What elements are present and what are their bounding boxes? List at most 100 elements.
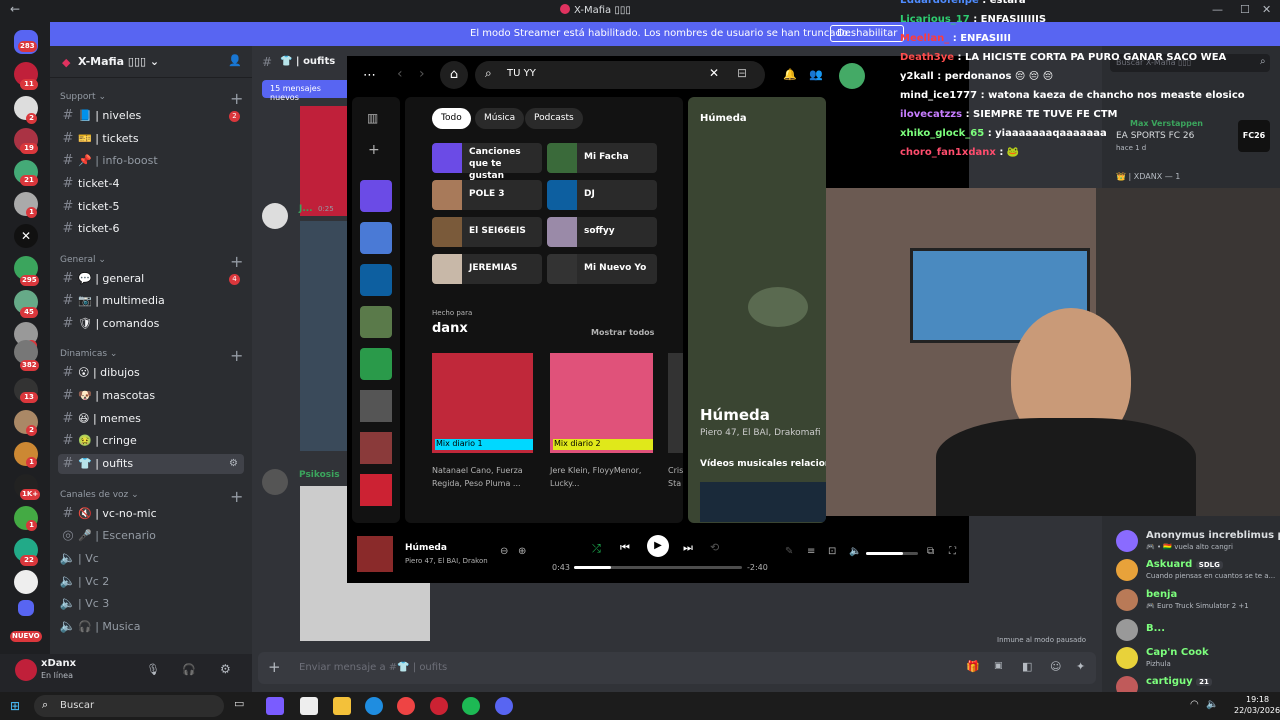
add-member-icon[interactable]: 👤	[228, 54, 242, 67]
edge-icon[interactable]	[365, 697, 383, 715]
add-attachment-icon[interactable]: +	[268, 658, 281, 676]
repeat-icon[interactable]: ⟲	[710, 541, 719, 554]
more-options-icon[interactable]: ⋯	[363, 68, 376, 83]
mix-cover[interactable]	[668, 353, 683, 453]
windows-start-icon[interactable]: ⊞	[10, 699, 20, 713]
spotify-search-input[interactable]: TU YY	[507, 68, 536, 79]
playlist-icon[interactable]	[360, 474, 392, 506]
nav-forward-icon[interactable]: ›	[419, 66, 425, 82]
profile-avatar[interactable]	[839, 63, 865, 89]
player-cover[interactable]	[357, 536, 393, 572]
back-arrow-icon[interactable]: ←	[10, 2, 20, 16]
playlist-icon[interactable]	[360, 390, 392, 422]
create-playlist-icon[interactable]: +	[368, 142, 380, 158]
fullscreen-icon[interactable]: ⛶	[949, 546, 956, 557]
user-settings-icon[interactable]: ⚙	[220, 662, 231, 676]
lyrics-icon[interactable]: ✎	[785, 546, 793, 557]
settings-gear-icon[interactable]: ⚙	[229, 454, 238, 474]
store-icon[interactable]	[300, 697, 318, 715]
shortcut-card[interactable]: El SEI66EIS	[432, 217, 542, 247]
shortcut-card[interactable]: soffyy	[547, 217, 657, 247]
library-icon[interactable]: ▥	[367, 111, 378, 125]
category-general[interactable]: General ⌄	[60, 255, 106, 265]
wifi-icon[interactable]: ◠	[1190, 699, 1199, 710]
connect-device-icon[interactable]: ⊡	[828, 546, 836, 557]
channel-oufits[interactable]: # 👕 | oufits ⚙	[58, 454, 244, 474]
playlist-icon[interactable]	[360, 348, 392, 380]
clear-search-icon[interactable]: ✕	[709, 66, 719, 80]
copilot-icon[interactable]	[266, 697, 284, 715]
vk-guild-icon[interactable]: ✕	[14, 224, 38, 248]
channel-dibujos[interactable]: # 😮 | dibujos	[58, 363, 244, 383]
chip-musica[interactable]: Música	[475, 108, 525, 129]
player-artists[interactable]: Piero 47, El BAI, Drakon	[405, 557, 488, 565]
category-voice[interactable]: Canales de voz ⌄	[60, 490, 139, 500]
attachment-image[interactable]	[300, 106, 350, 216]
queue-icon[interactable]: ≡	[807, 546, 815, 557]
gif-icon[interactable]: ▣	[994, 661, 1003, 671]
player-title[interactable]: Húmeda	[405, 543, 447, 553]
shuffle-icon[interactable]: ⤮	[592, 542, 601, 556]
chip-podcasts[interactable]: Podcasts	[525, 108, 583, 129]
avatar[interactable]	[262, 469, 288, 495]
channel-niveles[interactable]: # 📘 | niveles 2	[58, 106, 244, 126]
shortcut-card[interactable]: Mi Facha	[547, 143, 657, 173]
video-thumbnail[interactable]	[700, 482, 826, 522]
channel-cringe[interactable]: # 🤢 | cringe	[58, 431, 244, 451]
stage-channel[interactable]: ◎ 🎤 | Escenario	[58, 526, 244, 546]
shortcut-card[interactable]: JEREMIAS	[432, 254, 542, 284]
channel-tickets[interactable]: # 🎫 | tickets	[58, 129, 244, 149]
message-author[interactable]: J...	[299, 204, 313, 214]
now-playing-artists[interactable]: Piero 47, El BAI, Drakomafi	[700, 428, 821, 438]
sticker-icon[interactable]: ◧	[1022, 660, 1032, 673]
remove-icon[interactable]: ⊖	[500, 546, 508, 557]
category-support[interactable]: Support ⌄	[60, 92, 106, 102]
file-explorer-icon[interactable]	[333, 697, 351, 715]
attachment-image[interactable]	[300, 221, 350, 451]
liked-songs-icon[interactable]	[360, 180, 392, 212]
mix-cover[interactable]: Mix diario 1	[432, 353, 533, 453]
taskbar-search[interactable]: ⌕ Buscar	[34, 695, 224, 717]
shortcut-card[interactable]: DJ	[547, 180, 657, 210]
voice-channel-vc3[interactable]: 🔈 | Vc 3	[58, 594, 244, 614]
dj-icon[interactable]	[360, 264, 392, 296]
voice-channel-musica[interactable]: 🔈 🎧 | Musica	[58, 617, 244, 637]
chrome-icon[interactable]	[397, 697, 415, 715]
task-view-icon[interactable]: ▭	[234, 697, 252, 715]
folder-icon[interactable]	[18, 600, 34, 616]
channel-ticket-6[interactable]: # ticket-6	[58, 219, 244, 239]
voice-channel-vc2[interactable]: 🔈 | Vc 2	[58, 572, 244, 592]
guild-icon[interactable]	[14, 570, 38, 594]
microphone-icon[interactable]: 🎙	[146, 663, 160, 676]
voice-channel-vc[interactable]: 🔈 | Vc	[58, 549, 244, 569]
volume-icon[interactable]: 🔈	[849, 546, 861, 557]
previous-icon[interactable]: ⏮	[620, 541, 630, 555]
channel-info-boost[interactable]: # 📌 | info-boost	[58, 151, 244, 171]
channel-general[interactable]: # 💬 | general 4	[58, 269, 244, 289]
shortcut-card[interactable]: POLE 3	[432, 180, 542, 210]
category-dinamicas[interactable]: Dinamicas ⌄	[60, 349, 117, 359]
headphones-icon[interactable]: 🎧	[182, 663, 196, 676]
avatar[interactable]	[262, 203, 288, 229]
channel-multimedia[interactable]: # 📷 | multimedia	[58, 291, 244, 311]
message-composer[interactable]: + Enviar mensaje a #👕 | oufits 🎁 ▣ ◧ ☺ ✦	[258, 652, 1096, 684]
message-input[interactable]: Enviar mensaje a #👕 | oufits	[299, 662, 447, 673]
new-messages-bar[interactable]: 15 mensajes nuevos	[262, 80, 352, 102]
notifications-icon[interactable]: 🔔	[783, 68, 797, 81]
mix-cover[interactable]: Mix diario 2	[550, 353, 653, 453]
show-all-link[interactable]: Mostrar todos	[591, 328, 654, 337]
playlist-icon[interactable]	[360, 432, 392, 464]
shortcut-liked-songs[interactable]: Canciones que te gustan	[432, 143, 542, 181]
friends-icon[interactable]: 👥	[809, 68, 823, 81]
volume-slider[interactable]	[866, 552, 918, 555]
gift-icon[interactable]: 🎁	[966, 660, 980, 673]
app-icon[interactable]	[430, 697, 448, 715]
apps-icon[interactable]: ✦	[1076, 660, 1085, 673]
server-header[interactable]: ◆ X-Mafia ▯▯▯ ⌄ 👤	[50, 46, 252, 78]
playlist-icon[interactable]	[360, 306, 392, 338]
disable-streamer-button[interactable]: Deshabilitar	[830, 25, 905, 42]
play-button[interactable]: ▶	[647, 535, 669, 557]
volume-icon[interactable]: 🔈	[1206, 699, 1218, 710]
emoji-icon[interactable]: ☺	[1050, 660, 1061, 673]
channel-mascotas[interactable]: # 🐶 | mascotas	[58, 386, 244, 406]
